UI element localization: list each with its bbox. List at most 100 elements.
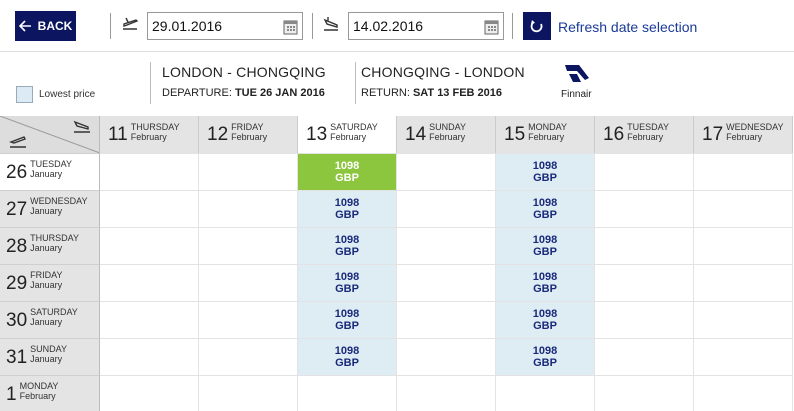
fare-cell[interactable]: 1098 GBP <box>496 301 595 338</box>
return-date-column-14[interactable]: 14 SUNDAY February <box>397 116 496 153</box>
empty-fare-cell <box>397 190 496 227</box>
row-header-weekday: FRIDAY <box>30 270 63 280</box>
back-button[interactable]: BACK <box>15 11 76 41</box>
departure-date-row-28[interactable]: 28 THURSDAY January <box>0 227 100 264</box>
column-header-day-meta: MONDAY February <box>528 122 567 142</box>
return-date-column-15[interactable]: 15 MONDAY February <box>496 116 595 153</box>
row-header-day-number: 1 <box>6 383 17 405</box>
empty-fare-cell <box>595 227 694 264</box>
route-divider <box>355 62 356 104</box>
fare-currency: GBP <box>533 357 557 369</box>
return-date-column-16[interactable]: 16 TUESDAY February <box>595 116 694 153</box>
toolbar-divider <box>312 13 313 39</box>
row-header-day-meta: FRIDAY January <box>30 270 62 290</box>
inbound-route-date: RETURN: SAT 13 FEB 2016 <box>361 87 525 99</box>
return-date-column-12[interactable]: 12 FRIDAY February <box>199 116 298 153</box>
column-header-day-meta: WEDNESDAY February <box>726 122 783 142</box>
fare-currency: GBP <box>533 320 557 332</box>
column-header-day-number: 17 <box>702 124 724 145</box>
column-header-day-number: 16 <box>603 124 625 145</box>
empty-fare-cell <box>199 153 298 190</box>
row-header-day-number: 30 <box>6 309 28 331</box>
empty-fare-cell <box>199 264 298 301</box>
fare-cell[interactable]: 1098 GBP <box>298 153 397 190</box>
empty-fare-cell <box>199 301 298 338</box>
arrow-left-icon <box>18 20 31 32</box>
refresh-button[interactable] <box>523 12 551 40</box>
outbound-date-label: DEPARTURE: <box>162 87 232 99</box>
fare-currency: GBP <box>335 172 359 184</box>
inbound-route: CHONGQING - LONDON RETURN: SAT 13 FEB 20… <box>361 64 525 99</box>
column-header-month: February <box>429 131 466 142</box>
empty-fare-cell <box>694 338 793 375</box>
fare-cell[interactable]: 1098 GBP <box>298 227 397 264</box>
empty-fare-cell <box>100 338 199 375</box>
calendar-icon[interactable] <box>484 18 499 35</box>
departure-date-row-1[interactable]: 1 MONDAY February <box>0 375 100 411</box>
row-header-day-meta: SUNDAY January <box>30 344 67 364</box>
fare-currency: GBP <box>335 209 359 221</box>
empty-fare-cell <box>199 227 298 264</box>
fare-price: 1098 <box>532 197 558 209</box>
column-header-weekday: MONDAY <box>528 121 567 132</box>
fare-currency: GBP <box>533 172 557 184</box>
column-header-day-number: 15 <box>504 124 526 145</box>
departure-date-row-30[interactable]: 30 SATURDAY January <box>0 301 100 338</box>
empty-fare-cell <box>199 338 298 375</box>
empty-fare-cell <box>694 301 793 338</box>
column-header-day-meta: THURSDAY February <box>131 122 180 142</box>
row-header-month: January <box>30 206 63 216</box>
departure-date-row-26[interactable]: 26 TUESDAY January <box>0 153 100 190</box>
fare-cell[interactable]: 1098 GBP <box>298 338 397 375</box>
departure-date-row-31[interactable]: 31 SUNDAY January <box>0 338 100 375</box>
fare-currency: GBP <box>335 357 359 369</box>
empty-fare-cell <box>595 264 694 301</box>
empty-fare-cell <box>595 375 694 411</box>
refresh-icon <box>530 20 543 33</box>
row-header-day-meta: SATURDAY January <box>30 307 78 327</box>
return-date-column-11[interactable]: 11 THURSDAY February <box>100 116 199 153</box>
fare-cell[interactable]: 1098 GBP <box>496 190 595 227</box>
fare-cell[interactable]: 1098 GBP <box>496 227 595 264</box>
row-header-month: January <box>30 354 63 364</box>
empty-fare-cell <box>595 301 694 338</box>
fare-cell[interactable]: 1098 GBP <box>298 264 397 301</box>
column-header-day-meta: FRIDAY February <box>231 122 267 142</box>
row-header-day-number: 31 <box>6 346 28 368</box>
row-header-day-number: 29 <box>6 272 28 294</box>
column-header-day-number: 12 <box>207 124 229 145</box>
fare-cell[interactable]: 1098 GBP <box>496 153 595 190</box>
empty-fare-cell <box>298 375 397 411</box>
return-date-field[interactable]: 14.02.2016 <box>348 12 504 40</box>
calendar-icon[interactable] <box>283 18 298 35</box>
row-header-month: February <box>19 391 56 401</box>
fare-cell[interactable]: 1098 GBP <box>496 264 595 301</box>
return-date-column-13[interactable]: 13 SATURDAY February <box>298 116 397 153</box>
fare-cell[interactable]: 1098 GBP <box>298 190 397 227</box>
empty-fare-cell <box>199 190 298 227</box>
departure-date-field[interactable]: 29.01.2016 <box>147 12 303 40</box>
column-header-weekday: SUNDAY <box>429 121 466 132</box>
back-button-label: BACK <box>37 19 73 33</box>
fare-cell[interactable]: 1098 GBP <box>298 301 397 338</box>
empty-fare-cell <box>694 264 793 301</box>
column-header-weekday: THURSDAY <box>130 121 180 132</box>
departure-date-row-27[interactable]: 27 WEDNESDAY January <box>0 190 100 227</box>
fare-price: 1098 <box>532 308 558 320</box>
column-header-weekday: SATURDAY <box>330 121 378 132</box>
fare-currency: GBP <box>533 209 557 221</box>
empty-fare-cell <box>397 375 496 411</box>
fare-price: 1098 <box>334 271 360 283</box>
fare-currency: GBP <box>335 246 359 258</box>
row-header-month: January <box>30 243 63 253</box>
fare-cell[interactable]: 1098 GBP <box>496 338 595 375</box>
return-date-column-17[interactable]: 17 WEDNESDAY February <box>694 116 793 153</box>
refresh-date-selection-link[interactable]: Refresh date selection <box>558 19 697 35</box>
row-header-day-number: 28 <box>6 235 28 257</box>
fare-price: 1098 <box>532 234 558 246</box>
return-flight-icon <box>73 120 90 133</box>
row-header-day-meta: TUESDAY January <box>30 159 72 179</box>
departure-date-row-29[interactable]: 29 FRIDAY January <box>0 264 100 301</box>
empty-fare-cell <box>595 190 694 227</box>
column-header-day-number: 13 <box>306 124 328 145</box>
